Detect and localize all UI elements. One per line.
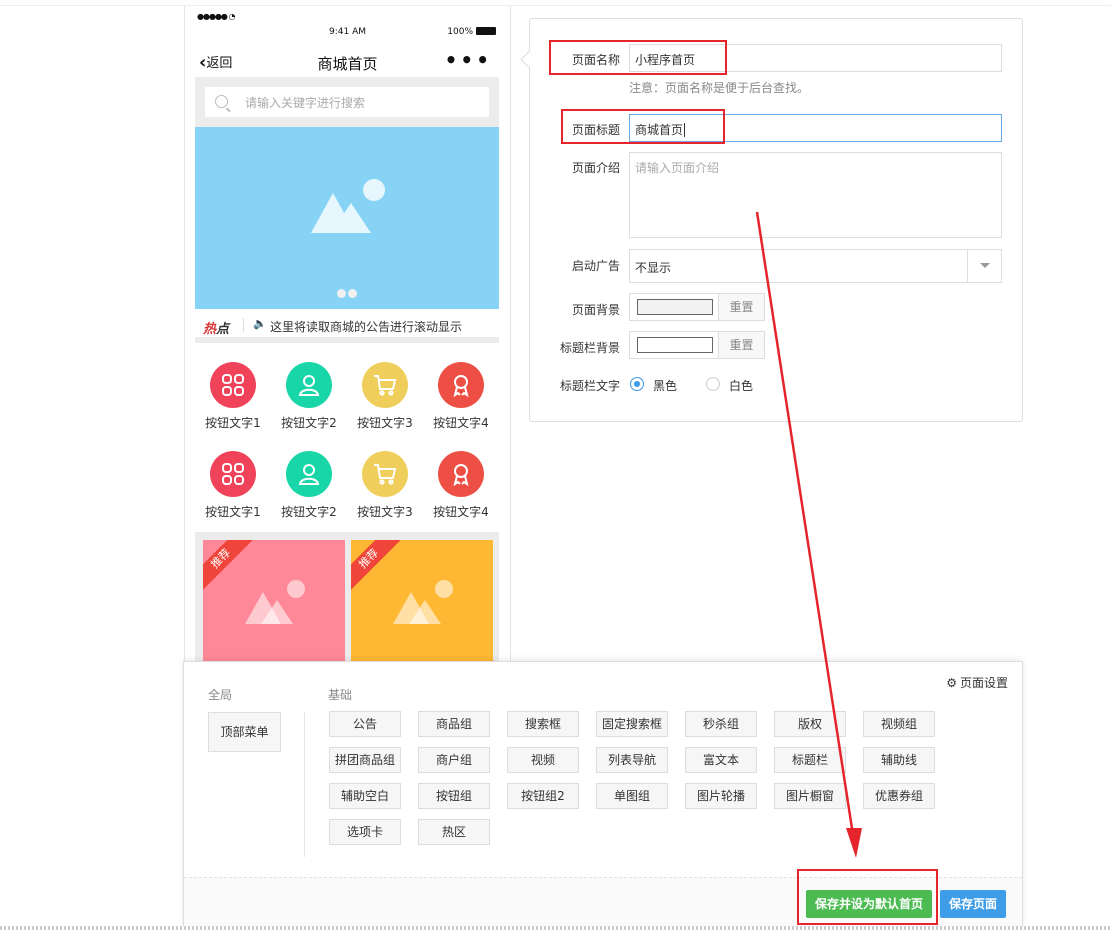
annotation-arrow [755,211,862,858]
bottom-edge [0,926,1111,930]
